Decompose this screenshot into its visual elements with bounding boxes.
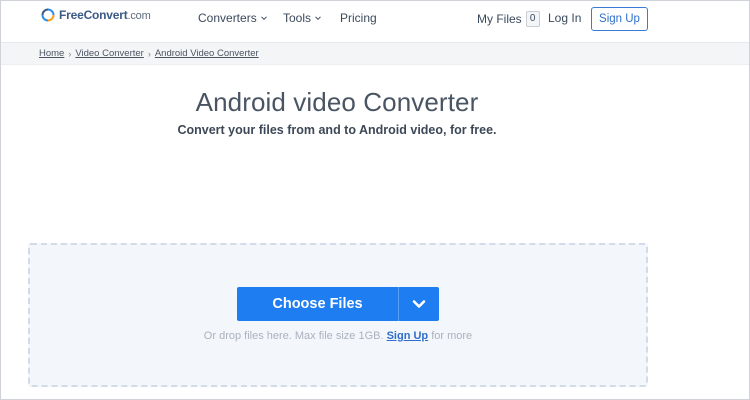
- top-header: FreeConvert.com Converters Tools Pricing…: [1, 1, 749, 43]
- page-frame: FreeConvert.com Converters Tools Pricing…: [0, 0, 750, 400]
- drop-hint-text: Or drop files here. Max file size 1GB.: [203, 330, 384, 342]
- page-title: Android video Converter: [195, 87, 479, 117]
- breadcrumb-separator: ›: [68, 49, 72, 59]
- choose-files-group: Choose Files: [237, 287, 439, 321]
- signup-button[interactable]: Sign Up: [591, 7, 648, 31]
- brand-wordmark: FreeConvert.com: [59, 7, 151, 22]
- nav-converters[interactable]: Converters: [198, 11, 268, 25]
- breadcrumb: Home › Video Converter › Android Video C…: [39, 47, 259, 61]
- breadcrumb-video-converter[interactable]: Video Converter: [75, 47, 143, 61]
- drop-hint-suffix: for more: [431, 330, 473, 342]
- nav-pricing-label: Pricing: [340, 11, 377, 25]
- breadcrumb-bar: Home › Video Converter › Android Video C…: [1, 43, 749, 65]
- drop-hint: Or drop files here. Max file size 1GB. S…: [28, 329, 648, 343]
- drop-hint-signup-link[interactable]: Sign Up: [387, 330, 429, 342]
- brand-logo[interactable]: FreeConvert.com: [41, 7, 151, 23]
- my-files-label: My Files: [477, 11, 522, 26]
- nav-tools[interactable]: Tools: [283, 11, 322, 25]
- choose-files-button[interactable]: Choose Files: [237, 287, 398, 321]
- nav-pricing[interactable]: Pricing: [340, 11, 377, 25]
- nav-converters-label: Converters: [198, 11, 257, 25]
- my-files-count-badge: 0: [525, 10, 540, 27]
- breadcrumb-separator: ›: [147, 49, 151, 59]
- convert-cycle-icon: [41, 8, 55, 22]
- my-files-link[interactable]: My Files 0: [477, 10, 540, 27]
- chevron-down-icon: [260, 16, 267, 21]
- page-subtitle: Convert your files from and to Android v…: [177, 123, 497, 137]
- chevron-down-icon: [412, 300, 426, 308]
- nav-tools-label: Tools: [283, 11, 312, 25]
- breadcrumb-android-video-converter[interactable]: Android Video Converter: [155, 47, 259, 61]
- chevron-down-icon: [315, 16, 321, 21]
- upload-source-dropdown-button[interactable]: [399, 287, 439, 321]
- login-link[interactable]: Log In: [548, 11, 581, 25]
- breadcrumb-home[interactable]: Home: [39, 47, 64, 61]
